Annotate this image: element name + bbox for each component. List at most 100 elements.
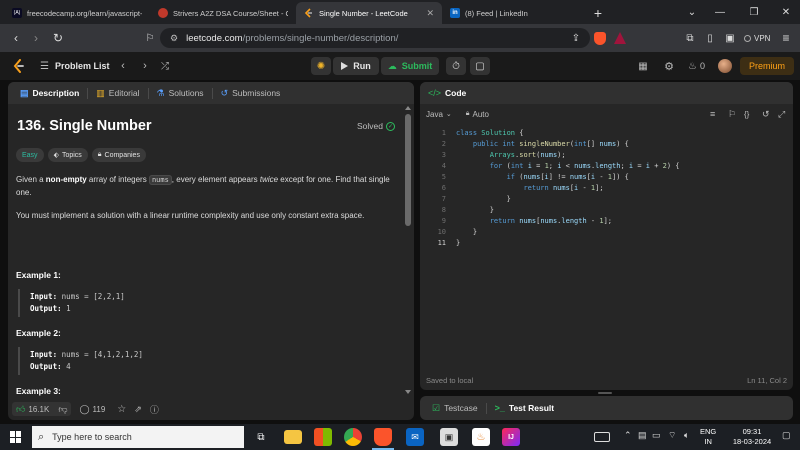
share-icon[interactable]: ⇗ [134,404,142,415]
site-info-icon[interactable]: ⚙ [170,33,178,44]
like-button[interactable]: 👍︎ 16.1K 👎︎ [12,402,72,416]
scrollbar-thumb[interactable] [405,114,411,226]
brave-shields-icon[interactable] [594,32,606,45]
task-view-icon[interactable]: ⧉ [252,428,270,446]
line-number: 10 [437,228,446,236]
code-line: 5 if (nums[i] != nums[i - 1]) { [420,172,790,183]
bookmark-icon[interactable]: ⚐ [140,28,160,48]
companies-button[interactable]: 🔒︎ Companies [91,148,146,162]
share-icon[interactable]: ⇪ [566,28,586,48]
code-editor[interactable]: 1 class Solution { 2 public int singleNum… [420,128,793,368]
sidebar-icon[interactable]: ▯ [700,28,720,48]
testcase-tabs: ☑ Testcase >_ Test Result [420,396,793,420]
submit-button[interactable]: ☁ Submit [381,57,439,75]
shuffle-icon[interactable]: ⤮ [158,57,172,75]
prev-problem-icon[interactable]: ‹ [117,57,129,75]
new-tab-button[interactable]: + [588,2,608,24]
input-language[interactable]: ENG IN [700,427,716,447]
browser-tab-leetcode[interactable]: Single Number - LeetCode ✕ [296,2,442,24]
bookmark-icon[interactable]: ⚐ [728,109,736,120]
maximize-button[interactable]: ❐ [740,0,768,24]
notification-icon[interactable]: ▢ [782,430,791,441]
comments-button[interactable]: ◯ 119 [79,404,105,415]
help-icon[interactable]: ⓘ [150,403,159,416]
chrome-icon[interactable] [344,428,362,446]
battery-icon[interactable]: ▭ [652,430,661,441]
layout-icon[interactable]: ▦ [636,57,650,75]
search-placeholder: Type here to search [52,432,132,442]
thumbs-down-icon[interactable]: 👎︎ [58,404,67,415]
windows-start-icon[interactable] [10,431,22,443]
tab-description[interactable]: ▤ Description [16,88,83,99]
volume-icon[interactable]: 🔈︎ [684,430,689,441]
brave-icon[interactable] [374,428,392,446]
app-icon[interactable]: ♨ [472,428,490,446]
avatar[interactable] [718,59,732,73]
tab-solutions[interactable]: ⚗ Solutions [153,88,208,99]
notes-icon[interactable]: ▢ [470,57,490,75]
code-panel-title: Code [445,88,467,98]
example-input: nums = [4,1,2,1,2] [61,350,143,359]
minimize-button[interactable]: — [706,0,734,24]
settings-gear-icon[interactable]: ⚙ [662,57,676,75]
keyboard-icon[interactable] [594,432,610,442]
extensions-icon[interactable]: ⧉ [680,28,700,48]
browser-tab-linkedin[interactable]: in (8) Feed | LinkedIn [442,2,588,24]
tray-chevron-up-icon[interactable]: ⌃ [624,430,632,441]
wifi-icon[interactable]: ⌔ [668,430,676,441]
premium-button[interactable]: Premium [740,57,794,75]
star-icon[interactable]: ☆ [117,404,126,415]
reset-icon[interactable]: ↺ [762,109,770,120]
tab-test-result[interactable]: >_ Test Result [491,403,558,413]
language-select[interactable]: Java ⌄ [426,110,452,119]
mail-icon[interactable]: ✉ [406,428,424,446]
format-icon[interactable]: ≡ [710,109,715,119]
braces-icon[interactable]: {} [744,110,749,119]
clock[interactable]: 09:31 18-03-2024 [730,427,774,447]
intellij-icon[interactable]: IJ [502,428,520,446]
description-scroll-area[interactable]: 136. Single Number Solved ✓ Easy ⬖ Topic… [8,104,404,396]
run-button[interactable]: Run [333,57,379,75]
forward-icon[interactable]: › [26,28,46,48]
next-problem-icon[interactable]: › [139,57,151,75]
example-3-heading: Example 3: [16,386,61,396]
tab-editorial[interactable]: ▥ Editorial [92,88,143,99]
tab-search-icon[interactable]: ⌄ [678,0,706,24]
scroll-up-arrow-icon[interactable] [405,106,411,110]
vpn-button[interactable]: VPN [744,31,770,45]
back-icon[interactable]: ‹ [6,28,26,48]
fullscreen-icon[interactable]: ⤢ [778,109,785,120]
close-window-button[interactable]: ✕ [772,0,800,24]
scroll-down-arrow-icon[interactable] [405,390,411,394]
code-line: 9 return nums[nums.length - 1]; [420,216,790,227]
address-bar[interactable]: ⚙ leetcode.com/problems/single-number/de… [160,28,590,48]
leetcode-logo-icon[interactable] [12,59,26,73]
wallet-icon[interactable]: ▣ [720,28,740,48]
menu-icon[interactable]: ≡ [776,28,796,48]
brave-rewards-icon[interactable] [614,32,626,44]
editor-toolbar: Java ⌄ 🔒︎ Auto ≡ ⚐ {} ↺ ⤢ [420,104,793,124]
example-input: nums = [2,2,1] [61,292,125,301]
streak-counter[interactable]: ♨ 0 [688,57,705,75]
photos-icon[interactable]: ▣ [440,428,458,446]
browser-tab-strivers[interactable]: Strivers A2Z DSA Course/Sheet - Cra [150,2,296,24]
topics-button[interactable]: ⬖ Topics [47,148,88,162]
taskbar-search-box[interactable]: ⌕ Type here to search [32,426,244,448]
panel-resize-handle[interactable] [598,392,612,394]
timer-icon[interactable]: ⏱ [446,57,466,75]
comment-count: 119 [92,404,106,414]
browser-tab-freecodecamp[interactable]: (A) freecodecamp.org/learn/javascript-a [4,2,150,24]
file-explorer-icon[interactable] [284,430,302,444]
auto-mode-toggle[interactable]: 🔒︎ Auto [466,110,489,119]
close-tab-icon[interactable]: ✕ [426,8,434,19]
tab-submissions[interactable]: ↺ Submissions [217,88,285,99]
debug-icon[interactable]: ✺ [311,57,331,75]
description-scrollbar[interactable] [405,106,411,396]
tray-app-icon[interactable]: ▤ [638,430,647,441]
reload-icon[interactable]: ↻ [48,28,68,48]
problem-list-button[interactable]: ☰ Problem List [40,57,109,75]
flask-icon: ⚗ [156,87,165,98]
store-icon[interactable] [314,428,332,446]
tab-testcase[interactable]: ☑ Testcase [428,403,482,414]
code-line: 1 class Solution { [420,128,790,139]
